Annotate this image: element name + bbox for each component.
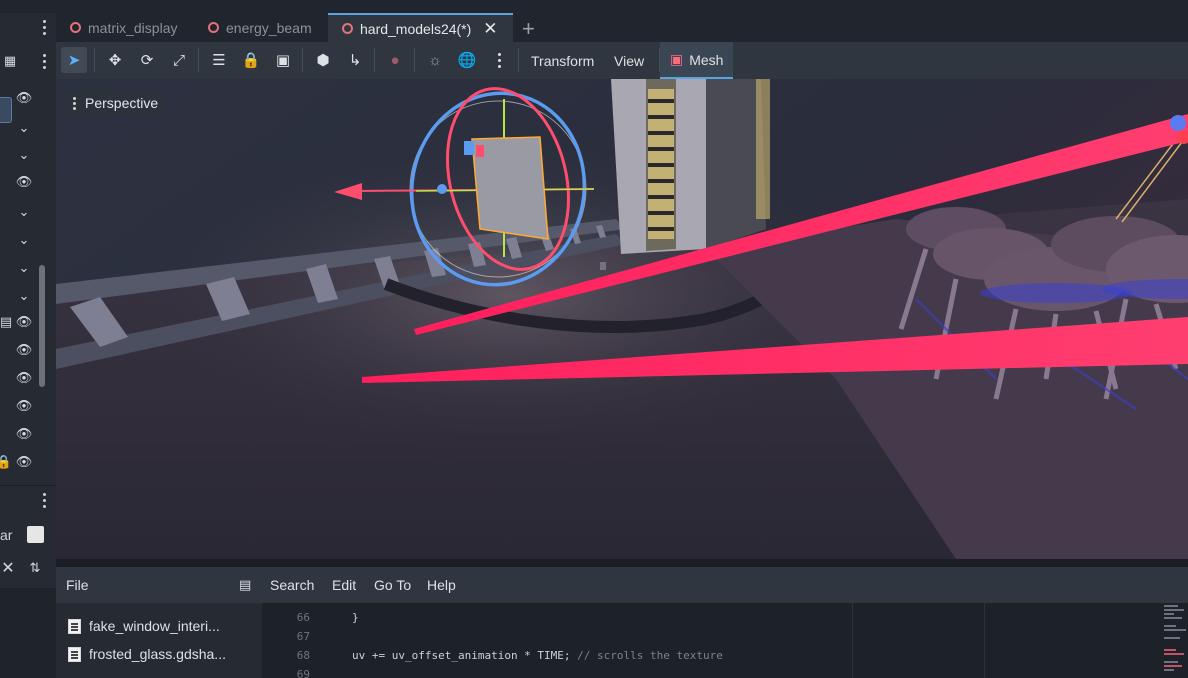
goto-menu[interactable]: Go To: [374, 567, 411, 603]
visibility-eye-icon[interactable]: 👁: [14, 452, 34, 472]
line-number: 66: [296, 611, 310, 624]
script-name: fake_window_interi...: [89, 618, 220, 634]
lock-icon[interactable]: 🔒: [0, 452, 14, 472]
edit-menu[interactable]: Edit: [332, 567, 356, 603]
code-comment: // scrolls the texture: [577, 649, 723, 662]
select-tool-icon[interactable]: ➤: [61, 47, 87, 73]
filter-text: ar: [0, 527, 13, 543]
chevron-down-icon[interactable]: ⌄: [14, 258, 34, 278]
mesh-icon: ▣: [670, 51, 684, 67]
script-editor-menubar: File ▤ Search Edit Go To Help: [56, 567, 1188, 603]
scene-dock-menu-icon[interactable]: [40, 51, 48, 71]
move-tool-icon[interactable]: ✥: [102, 47, 128, 73]
code-line: }: [352, 611, 359, 624]
color-swatch[interactable]: [27, 526, 44, 543]
unsaved-dot-icon: [342, 23, 353, 34]
tab-label: energy_beam: [226, 19, 312, 36]
code-text: uv += uv_offset_animation * TIME;: [352, 649, 578, 662]
transform-menu[interactable]: Transform: [525, 42, 600, 79]
visibility-eye-icon[interactable]: 👁: [14, 172, 34, 192]
tab-hard-models24[interactable]: hard_models24(*) ✕: [328, 13, 513, 42]
chevron-down-icon[interactable]: ⌄: [14, 286, 34, 306]
lock-icon[interactable]: 🔒: [238, 47, 264, 73]
scene-render: [56, 79, 1188, 559]
scene-dock: ▦ 👁 ⌄ ⌄ 👁 ⌄ ⌄ ⌄ ⌄ ▤ 👁 👁 👁 👁 👁 🔒 👁 ar ✕ ⇅: [0, 13, 56, 678]
scene-tabs: matrix_display energy_beam hard_models24…: [56, 13, 1188, 42]
list-select-icon[interactable]: ☰: [206, 47, 232, 73]
script-list: fake_window_interi... frosted_glass.gdsh…: [56, 603, 262, 678]
perspective-label: Perspective: [85, 95, 159, 111]
script-name: frosted_glass.gdsha...: [89, 646, 226, 662]
sun-icon[interactable]: ☼: [422, 47, 448, 73]
view-menu[interactable]: View: [608, 42, 650, 79]
selected-node-row[interactable]: [0, 97, 12, 123]
viewport-toolbar: ➤ ✥ ⟳ ⤢ ☰ 🔒 ▣ ⬢ ↳ ● ☼ 🌐 Transform View ▣…: [56, 42, 1188, 79]
close-icon[interactable]: ✕: [0, 558, 18, 578]
mesh-label: Mesh: [689, 51, 724, 68]
unsaved-dot-icon: [70, 22, 81, 33]
list-item[interactable]: fake_window_interi...: [68, 613, 220, 639]
group-icon[interactable]: ▣: [270, 47, 296, 73]
tab-label: hard_models24(*): [360, 20, 472, 37]
visibility-eye-icon[interactable]: 👁: [14, 368, 34, 388]
visibility-eye-icon[interactable]: 👁: [14, 424, 34, 444]
chevron-down-icon[interactable]: ⌄: [14, 202, 34, 222]
mesh-menu[interactable]: ▣ Mesh: [660, 42, 734, 79]
sort-icon[interactable]: ⇅: [25, 558, 45, 578]
chevron-down-icon[interactable]: ⌄: [14, 118, 34, 138]
perspective-menu[interactable]: Perspective: [67, 90, 167, 116]
chevron-down-icon[interactable]: ⌄: [14, 145, 34, 165]
scene-scrollbar[interactable]: [39, 265, 45, 387]
help-menu[interactable]: Help: [427, 567, 456, 603]
search-menu[interactable]: Search: [270, 567, 314, 603]
new-tab-button[interactable]: +: [522, 16, 535, 42]
file-menu[interactable]: File: [66, 567, 89, 603]
top-menu-icon[interactable]: [40, 17, 48, 37]
visibility-eye-icon[interactable]: 👁: [14, 88, 34, 108]
visibility-eye-icon[interactable]: 👁: [14, 396, 34, 416]
chevron-down-icon[interactable]: ⌄: [14, 230, 34, 250]
unsaved-dot-icon: [208, 22, 219, 33]
code-line: uv += uv_offset_animation * TIME; // scr…: [352, 649, 723, 662]
list-item[interactable]: frosted_glass.gdsha...: [68, 641, 226, 667]
tab-energy-beam[interactable]: energy_beam: [194, 13, 328, 42]
toolbar-more-icon[interactable]: [486, 47, 512, 73]
local-space-icon[interactable]: ⬢: [310, 47, 336, 73]
snap-icon[interactable]: ↳: [342, 47, 368, 73]
shader-file-icon: [68, 646, 81, 662]
rotate-tool-icon[interactable]: ⟳: [134, 47, 160, 73]
toggle-scripts-icon[interactable]: ▤: [239, 567, 251, 603]
code-editor[interactable]: 66 } 67 68 uv += uv_offset_animation * T…: [262, 603, 1188, 678]
camera-icon[interactable]: ●: [382, 47, 408, 73]
environment-globe-icon[interactable]: 🌐: [454, 47, 480, 73]
filesystem-panel: [0, 588, 56, 678]
code-minimap[interactable]: [1162, 603, 1188, 678]
tab-matrix-display[interactable]: matrix_display: [56, 13, 194, 42]
visibility-eye-icon[interactable]: 👁: [14, 312, 34, 332]
inspector-menu-icon[interactable]: [40, 490, 48, 510]
close-tab-icon[interactable]: ✕: [483, 19, 497, 39]
title-strip: [0, 0, 1188, 13]
shader-file-icon: [68, 618, 81, 634]
panel-splitter[interactable]: [56, 559, 1188, 567]
line-number: 68: [296, 649, 310, 662]
line-number: 67: [296, 630, 310, 643]
line-number: 69: [296, 668, 310, 678]
3d-viewport[interactable]: Perspective: [56, 79, 1188, 559]
visibility-eye-icon[interactable]: 👁: [14, 340, 34, 360]
add-node-icon[interactable]: ▦: [0, 51, 20, 71]
viewport-menu-icon: [73, 96, 76, 110]
scale-tool-icon[interactable]: ⤢: [166, 47, 192, 73]
tab-label: matrix_display: [88, 19, 178, 36]
